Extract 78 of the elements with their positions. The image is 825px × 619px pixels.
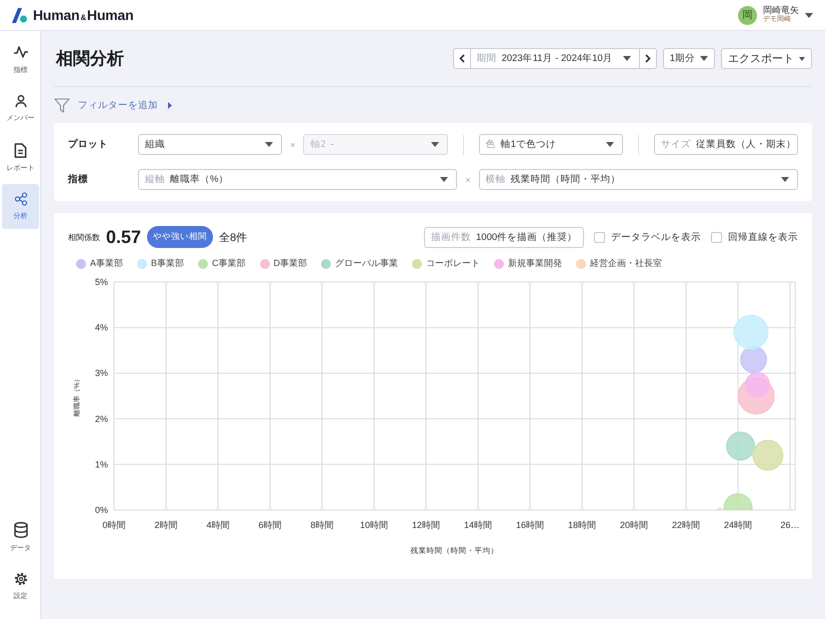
export-button[interactable]: エクスポート xyxy=(721,48,812,69)
x-tick-label: 20時間 xyxy=(620,520,648,530)
dropdown[interactable]: 色 軸1で色つけ xyxy=(478,134,623,155)
times-sign: × xyxy=(465,174,471,184)
x-tick-label: 22時間 xyxy=(672,520,700,530)
page-title: 相関分析 xyxy=(56,48,124,70)
bubble xyxy=(752,440,784,471)
x-tick-label: 6時間 xyxy=(258,520,282,530)
period-select[interactable]: 期間 2023年11月 - 2024年10月 xyxy=(470,49,640,68)
add-filter-link[interactable]: フィルターを追加 xyxy=(78,98,172,112)
settings-icon xyxy=(14,572,28,586)
coefficient-value: 0.57 xyxy=(106,226,142,248)
y-tick-label: 0% xyxy=(94,505,108,515)
caret-icon xyxy=(622,56,631,61)
legend-label: 経営企画・社長室 xyxy=(590,257,662,270)
legend-label: グローバル事業 xyxy=(335,257,398,270)
logo-icon xyxy=(10,7,29,23)
y-tick-label: 3% xyxy=(94,368,108,378)
share-icon xyxy=(14,192,28,206)
x-tick-label: 26… xyxy=(780,520,800,530)
caret-icon xyxy=(265,142,274,147)
bubble xyxy=(726,432,756,461)
x-tick-label: 4時間 xyxy=(206,520,230,530)
pulse-icon xyxy=(12,44,28,60)
x-tick-label: 2時間 xyxy=(154,520,178,530)
correlation-badge: やや強い相関 xyxy=(147,226,214,248)
dropdown[interactable]: 組織 xyxy=(138,134,282,155)
x-tick-label: 0時間 xyxy=(102,520,126,530)
caret-icon[interactable] xyxy=(805,12,813,18)
caret-icon xyxy=(606,142,614,147)
avatar: 岡 xyxy=(738,6,757,24)
checkbox[interactable] xyxy=(711,232,722,242)
x-tick-label: 10時間 xyxy=(360,520,388,530)
x-tick-label: 14時間 xyxy=(464,520,492,530)
draw-count-select[interactable]: 描画件数 1000件を描画（推奨） xyxy=(424,226,584,248)
x-tick-label: 24時間 xyxy=(724,520,752,530)
y-tick-label: 5% xyxy=(94,277,108,287)
legend-label: C事業部 xyxy=(212,257,246,270)
checkbox-label: 回帰直線を表示 xyxy=(728,230,798,244)
span-button[interactable]: 1期分 xyxy=(662,48,715,69)
record-count: 全8件 xyxy=(219,230,248,244)
x-tick-label: 18時間 xyxy=(568,520,596,530)
chevron-right-icon xyxy=(644,54,651,63)
user-name: 岡崎竜矢 xyxy=(763,5,799,15)
dropdown[interactable]: サイズ 従業員数（人・期末） xyxy=(654,134,798,155)
legend-label: A事業部 xyxy=(90,257,124,270)
checkbox-label: データラベルを表示 xyxy=(611,230,701,244)
caret-icon xyxy=(430,142,439,147)
row-label: プロット xyxy=(68,138,109,151)
x-tick-label: 16時間 xyxy=(516,520,544,530)
database-icon xyxy=(14,522,28,538)
y-tick-label: 1% xyxy=(94,459,108,470)
caret-icon xyxy=(799,56,805,60)
coefficient-label: 相関係数 xyxy=(68,232,100,242)
y-tick-label: 2% xyxy=(94,414,108,424)
row-label: 指標 xyxy=(68,173,89,186)
caret-right-icon xyxy=(168,102,172,108)
chevron-left-icon xyxy=(458,54,465,63)
legend-label: 新規事業開発 xyxy=(508,257,562,270)
x-tick-label: 12時間 xyxy=(412,520,440,530)
bubble xyxy=(740,346,768,374)
caret-icon xyxy=(700,56,708,61)
y-tick-label: 4% xyxy=(94,322,108,333)
dropdown[interactable]: 横軸 残業時間（時間・平均） xyxy=(478,169,798,190)
legend-label: D事業部 xyxy=(274,257,308,270)
legend-label: B事業部 xyxy=(151,257,184,270)
x-tick-label: 8時間 xyxy=(310,520,334,530)
dropdown[interactable]: 縦軸 離職率（%） xyxy=(138,169,458,190)
logo-text: Human&Human xyxy=(33,7,134,23)
legend-label: コーポレート xyxy=(426,257,480,270)
checkbox[interactable] xyxy=(594,232,605,242)
filter-icon xyxy=(54,98,70,112)
document-icon xyxy=(14,142,27,158)
times-sign: × xyxy=(290,140,296,150)
caret-icon xyxy=(781,177,790,182)
person-icon xyxy=(14,94,28,108)
caret-icon xyxy=(440,177,448,182)
bubble xyxy=(734,314,768,350)
